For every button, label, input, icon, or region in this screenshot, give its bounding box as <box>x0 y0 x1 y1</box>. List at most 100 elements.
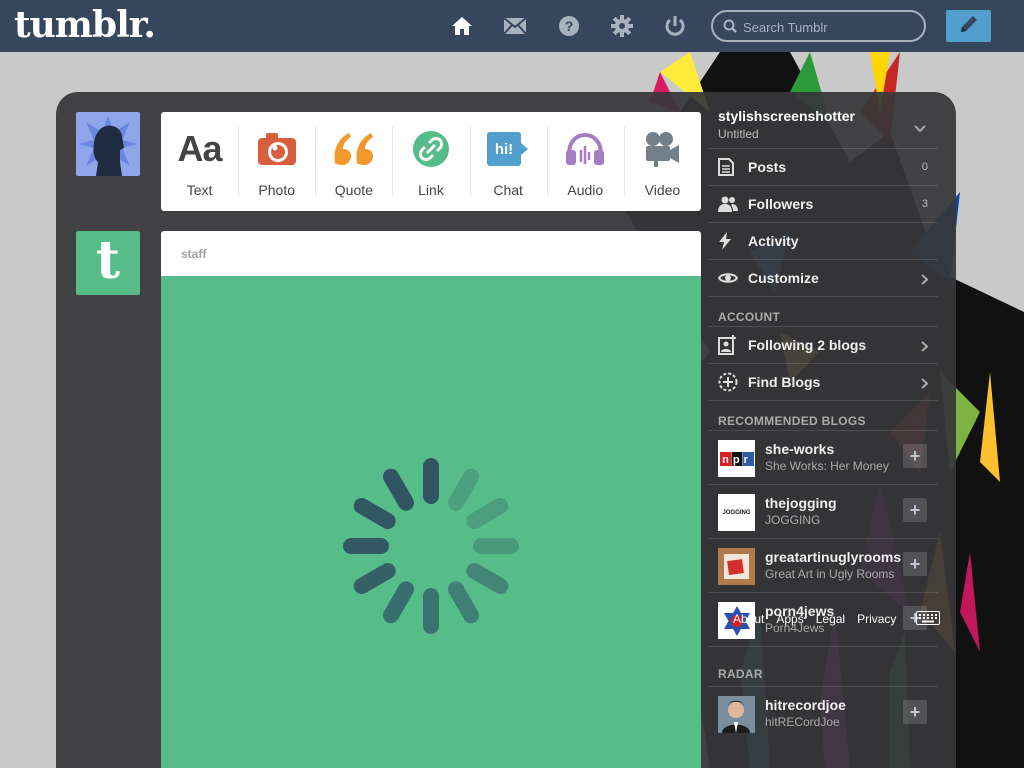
chevron-right-icon <box>921 376 929 394</box>
tumblr-t-logo: t <box>95 230 121 291</box>
chevron-down-icon <box>914 120 926 138</box>
blog-name: greatartinuglyrooms <box>765 549 902 565</box>
home-icon[interactable] <box>450 14 474 38</box>
eye-icon <box>718 268 740 288</box>
post-type-text[interactable]: Aa Text <box>161 112 238 211</box>
posts-count: 0 <box>921 161 928 173</box>
npr-logo: npr <box>719 451 754 466</box>
svg-text:hi!: hi! <box>495 141 513 158</box>
footer-link-legal[interactable]: Legal <box>816 612 845 626</box>
follow-button[interactable]: + <box>903 444 927 468</box>
blog-subtitle: She Works: Her Money <box>765 459 889 473</box>
footer-links: About Apps Legal Privacy <box>733 612 896 626</box>
staff-avatar[interactable]: t <box>76 231 140 295</box>
power-icon[interactable] <box>663 14 687 38</box>
post-type-quote[interactable]: Quote <box>315 112 392 211</box>
followers-count: 3 <box>921 198 928 210</box>
recommended-blog[interactable]: JOGGING thejogging JOGGING + <box>708 484 938 538</box>
chat-icon: hi! <box>487 130 529 168</box>
help-icon[interactable]: ? <box>557 14 581 38</box>
post-type-bar: Aa Text Photo Quote Link hi! Chat Audio <box>161 112 701 211</box>
blog-name: hitrecordjoe <box>765 697 846 713</box>
blog-title: Untitled <box>718 127 759 141</box>
recommended-heading: RECOMMENDED BLOGS <box>708 400 938 430</box>
blog-thumbnail <box>718 548 755 585</box>
post-type-label: Chat <box>493 182 523 198</box>
post-type-photo[interactable]: Photo <box>238 112 315 211</box>
plus-icon: + <box>909 445 921 466</box>
pencil-icon <box>958 13 980 40</box>
plus-icon: + <box>909 499 921 520</box>
sidebar-item-followers[interactable]: Followers 3 <box>708 185 938 222</box>
radar-blog[interactable]: hitrecordjoe hitRECordJoe + <box>708 686 938 740</box>
footer-link-privacy[interactable]: Privacy <box>857 612 896 626</box>
sidebar-item-following[interactable]: Following 2 blogs <box>708 326 938 363</box>
post-type-label: Link <box>418 182 444 198</box>
account-heading: ACCOUNT <box>708 296 938 326</box>
blog-thumbnail: JOGGING <box>718 494 755 531</box>
sidebar-item-posts[interactable]: Posts 0 <box>708 148 938 185</box>
sidebar-item-label: Following 2 blogs <box>748 337 867 353</box>
user-avatar[interactable] <box>76 112 140 176</box>
blog-switcher[interactable]: stylishscreenshotter Untitled <box>708 100 938 148</box>
follow-button[interactable]: + <box>903 552 927 576</box>
post-type-label: Text <box>186 182 213 198</box>
follow-button[interactable]: + <box>903 700 927 724</box>
chevron-right-icon <box>921 339 929 357</box>
post-media[interactable] <box>161 276 701 768</box>
sidebar-item-label: Activity <box>748 233 799 249</box>
plus-icon: + <box>909 701 921 722</box>
loading-spinner-icon <box>343 458 519 634</box>
search-box[interactable] <box>711 10 926 42</box>
post-type-link[interactable]: Link <box>392 112 469 211</box>
lightning-icon <box>718 231 740 251</box>
search-input[interactable] <box>743 18 918 36</box>
text-icon: Aa <box>177 128 223 169</box>
sidebar-item-label: Followers <box>748 196 814 212</box>
sidebar-item-activity[interactable]: Activity <box>708 222 938 259</box>
keyboard-shortcuts-icon[interactable] <box>916 611 940 630</box>
headphones-icon <box>565 130 605 168</box>
post-author[interactable]: staff <box>181 247 206 261</box>
post-type-chat[interactable]: hi! Chat <box>469 112 547 211</box>
tumblr-logo[interactable]: tumblr. <box>14 4 156 46</box>
quote-icon <box>333 130 375 168</box>
mail-icon[interactable] <box>503 14 527 38</box>
search-icon <box>723 19 737 38</box>
sidebar-item-label: Find Blogs <box>748 374 821 390</box>
post-type-video[interactable]: Video <box>623 112 701 211</box>
camera-icon <box>257 130 296 168</box>
blog-name: stylishscreenshotter <box>718 108 855 124</box>
gear-icon[interactable] <box>610 14 634 38</box>
recommended-blog[interactable]: greatartinuglyrooms Great Art in Ugly Ro… <box>708 538 938 592</box>
svg-text:npr: npr <box>722 454 752 466</box>
post-type-label: Quote <box>334 182 373 198</box>
sidebar-item-label: Customize <box>748 270 819 286</box>
sidebar: stylishscreenshotter Untitled Posts 0 Fo… <box>708 100 938 740</box>
sidebar-item-find-blogs[interactable]: Find Blogs <box>708 363 938 400</box>
follow-button[interactable]: + <box>903 498 927 522</box>
radar-heading: RADAR <box>708 646 938 686</box>
sidebar-item-customize[interactable]: Customize <box>708 259 938 296</box>
thumb-text: JOGGING <box>722 509 751 516</box>
compass-icon <box>718 372 740 392</box>
blog-name: thejogging <box>765 495 837 511</box>
top-navigation-bar: tumblr. ? <box>0 0 1024 52</box>
recommended-blog[interactable]: npr she-works She Works: Her Money + <box>708 430 938 484</box>
sidebar-item-label: Posts <box>748 159 787 175</box>
footer-link-about[interactable]: About <box>733 612 764 626</box>
people-icon <box>718 194 740 214</box>
svg-text:?: ? <box>565 18 574 34</box>
post-type-label: Video <box>644 182 681 198</box>
blog-subtitle: hitRECordJoe <box>765 715 840 729</box>
compose-button[interactable] <box>946 10 991 42</box>
plus-icon: + <box>909 553 921 574</box>
blog-subtitle: JOGGING <box>765 513 821 527</box>
blog-name: she-works <box>765 441 835 457</box>
footer-link-apps[interactable]: Apps <box>776 612 803 626</box>
blog-thumbnail: npr <box>718 440 755 477</box>
post-type-audio[interactable]: Audio <box>546 112 624 211</box>
link-icon <box>412 130 449 168</box>
post-type-label: Audio <box>567 182 604 198</box>
blog-thumbnail <box>718 696 755 733</box>
